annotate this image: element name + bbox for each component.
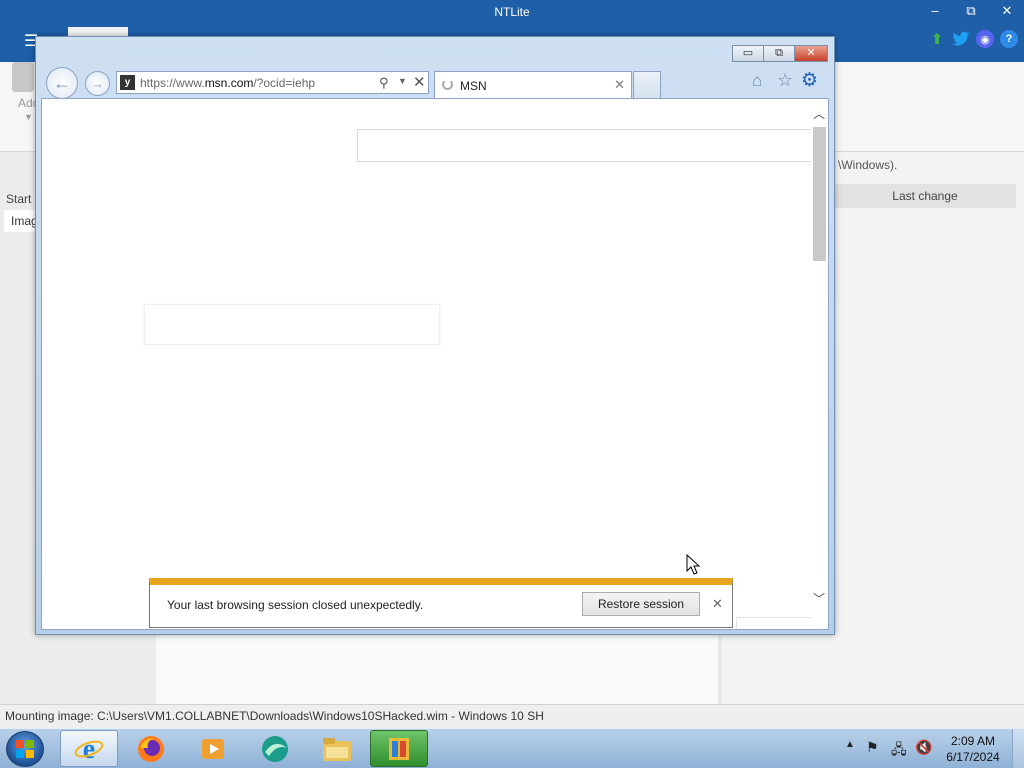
arrow-up-icon[interactable]: ⬆ bbox=[928, 30, 946, 48]
taskbar: e ▲ ⚑ � bbox=[0, 728, 1024, 768]
msn-bottom-block bbox=[736, 617, 812, 629]
last-change-column-header[interactable]: Last change bbox=[834, 184, 1016, 208]
search-icon[interactable]: ⚲ bbox=[379, 75, 389, 91]
tab-msn[interactable]: MSN ✕ bbox=[434, 71, 632, 98]
action-center-flag-icon[interactable]: ⚑ bbox=[866, 739, 879, 756]
loading-spinner-icon bbox=[442, 79, 453, 90]
ntlite-minimize-button[interactable]: – bbox=[920, 3, 950, 21]
msn-placeholder-block bbox=[144, 304, 440, 345]
msn-search-box[interactable] bbox=[357, 129, 817, 162]
globe-app-icon bbox=[262, 735, 288, 762]
folder-icon bbox=[323, 737, 351, 761]
taskbar-ntlite[interactable] bbox=[370, 730, 428, 767]
notification-message: Your last browsing session closed unexpe… bbox=[167, 598, 424, 612]
address-bar[interactable]: y https://www.msn.com/?ocid=iehp ⚲ ▼ ✕ bbox=[116, 71, 429, 94]
show-hidden-icons-icon[interactable]: ▲ bbox=[845, 739, 855, 750]
clock-date: 6/17/2024 bbox=[946, 750, 1000, 764]
twitter-icon[interactable] bbox=[952, 30, 970, 48]
tab-label: MSN bbox=[460, 79, 487, 93]
chevron-down-icon[interactable]: ▼ bbox=[24, 112, 33, 122]
ntlite-status-bar: Mounting image: C:\Users\VM1.COLLABNET\D… bbox=[0, 704, 1024, 728]
internet-explorer-window: ▭ ⧉ ✕ ← → y https://www.msn.com/?ocid=ie… bbox=[35, 36, 835, 635]
url-suffix: /?ocid=iehp bbox=[253, 76, 316, 90]
chevron-down-icon[interactable]: ▼ bbox=[398, 76, 407, 86]
volume-muted-icon[interactable]: 🔇 bbox=[915, 739, 932, 756]
mouse-cursor-icon bbox=[686, 554, 701, 575]
scroll-up-icon[interactable]: ︿ bbox=[813, 105, 825, 122]
ntlite-icon bbox=[389, 737, 409, 760]
page-content: ︿ ﹀ Your last browsing session closed un… bbox=[41, 98, 829, 630]
url-prefix: https://www. bbox=[140, 76, 205, 90]
ntlite-restore-button[interactable]: ⧉ bbox=[956, 3, 986, 21]
scroll-down-icon[interactable]: ﹀ bbox=[813, 590, 825, 607]
ie-minimize-button[interactable]: ▭ bbox=[732, 45, 764, 62]
vertical-scrollbar[interactable]: ︿ ﹀ bbox=[811, 99, 828, 629]
network-icon[interactable]: 🖧 bbox=[891, 739, 907, 763]
image-path-text: \Windows). bbox=[838, 158, 898, 172]
taskbar-internet-explorer[interactable]: e bbox=[60, 730, 118, 767]
taskbar-file-explorer[interactable] bbox=[308, 730, 366, 767]
msn-favicon-icon: y bbox=[120, 75, 135, 90]
ntlite-toolbar-icons: ⬆ ◉ ? bbox=[928, 30, 1018, 48]
scrollbar-thumb[interactable] bbox=[813, 127, 826, 261]
ntlite-title: NTLite bbox=[494, 5, 530, 19]
home-icon[interactable]: ⌂ bbox=[752, 71, 762, 91]
gear-icon[interactable]: ⚙ bbox=[801, 69, 818, 92]
ie-close-button[interactable]: ✕ bbox=[794, 45, 828, 62]
stop-icon[interactable]: ✕ bbox=[413, 73, 426, 91]
taskbar-media-player[interactable] bbox=[184, 730, 242, 767]
svg-text:e: e bbox=[83, 734, 95, 764]
back-arrow-icon[interactable]: ← bbox=[46, 67, 78, 99]
url-domain: msn.com bbox=[204, 76, 254, 90]
add-image-icon[interactable] bbox=[12, 62, 34, 92]
clock-time: 2:09 AM bbox=[950, 734, 996, 748]
taskbar-globe-app[interactable] bbox=[246, 730, 304, 767]
media-player-icon bbox=[202, 738, 224, 759]
ie-maximize-button[interactable]: ⧉ bbox=[763, 45, 795, 62]
ie-caption-buttons: ▭ ⧉ ✕ bbox=[732, 45, 828, 62]
show-desktop-button[interactable] bbox=[1012, 729, 1024, 768]
windows-logo-icon bbox=[16, 740, 34, 758]
taskbar-clock[interactable]: 2:09 AM 6/17/2024 bbox=[940, 733, 1006, 765]
start-button[interactable] bbox=[6, 731, 44, 767]
internet-explorer-icon: e bbox=[74, 734, 104, 764]
address-url[interactable]: https://www.msn.com/?ocid=iehp bbox=[140, 76, 315, 90]
help-icon[interactable]: ? bbox=[1000, 30, 1018, 48]
ntlite-close-button[interactable]: ✕ bbox=[992, 3, 1022, 21]
discord-icon[interactable]: ◉ bbox=[976, 30, 994, 48]
forward-arrow-icon[interactable]: → bbox=[85, 71, 110, 96]
taskbar-firefox[interactable] bbox=[122, 730, 180, 767]
notification-close-icon[interactable]: ✕ bbox=[712, 596, 723, 612]
firefox-icon bbox=[138, 735, 164, 762]
session-restore-notification: Your last browsing session closed unexpe… bbox=[149, 578, 733, 628]
new-tab-button[interactable] bbox=[633, 71, 661, 98]
tab-close-icon[interactable]: ✕ bbox=[614, 77, 625, 93]
favorites-star-icon[interactable]: ☆ bbox=[777, 70, 793, 91]
restore-session-button[interactable]: Restore session bbox=[582, 592, 700, 616]
start-section-label: Start bbox=[6, 192, 32, 206]
